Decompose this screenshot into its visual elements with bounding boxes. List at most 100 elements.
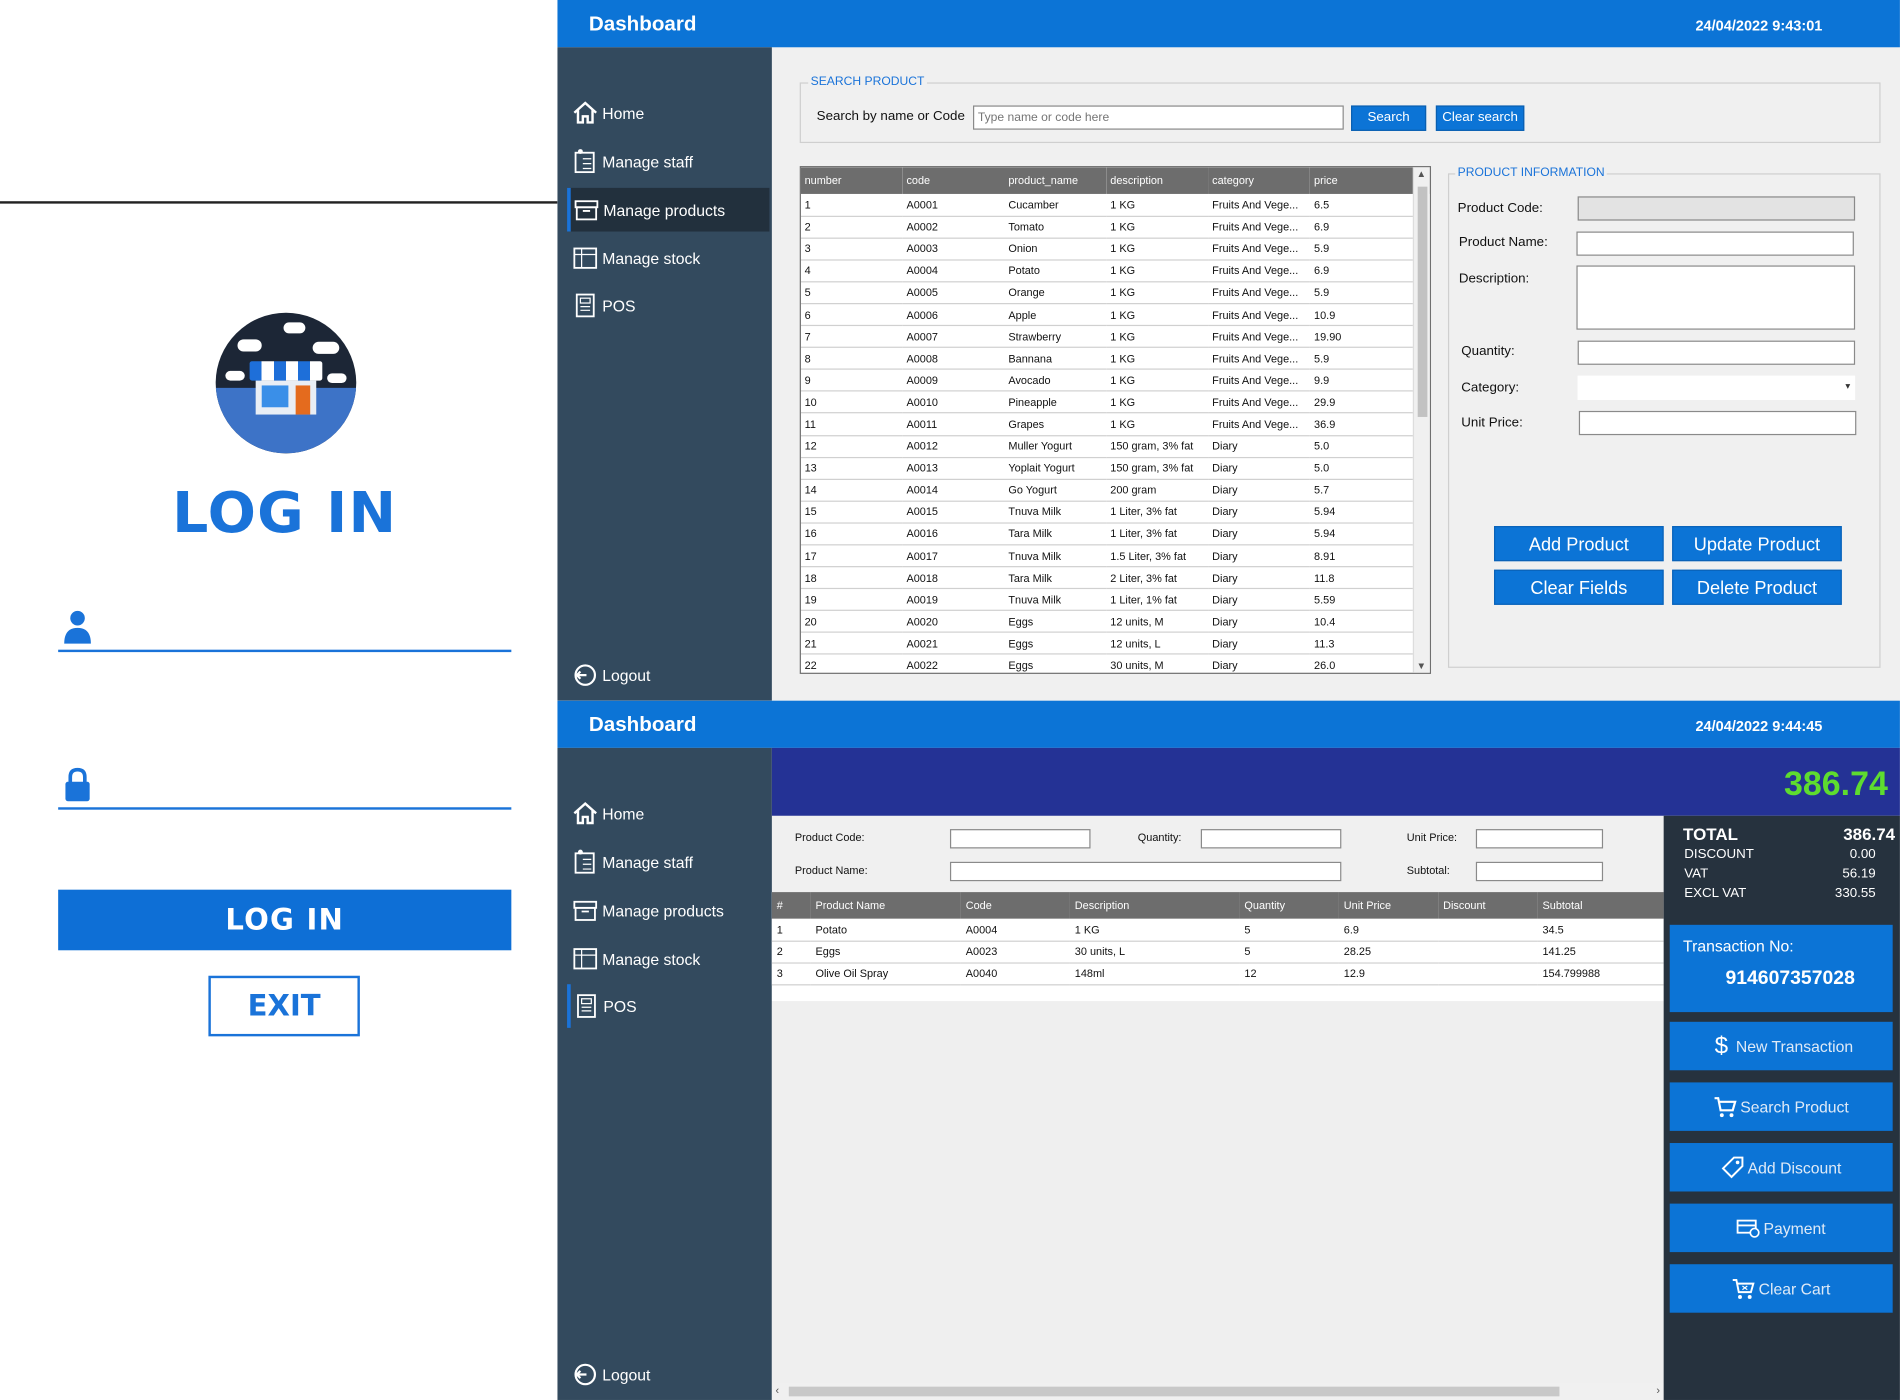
column-header[interactable]: Description: [1069, 892, 1240, 919]
column-header[interactable]: category: [1208, 167, 1311, 194]
table-row[interactable]: 15 A0015 Tnuva Milk 1 Liter, 3% fat Diary 5.9…: [800, 500, 1430, 524]
sidebar-item-staff[interactable]: Manage staff: [569, 139, 771, 183]
sidebar-item-products[interactable]: Manage products: [567, 187, 770, 232]
table-cell: Diary: [1208, 500, 1311, 524]
products-table[interactable]: number code product_name description categor…: [799, 166, 1432, 674]
category-select[interactable]: ▾: [1577, 375, 1856, 400]
pos-qty-field[interactable]: [1200, 829, 1342, 849]
sidebar-item-home[interactable]: Home: [569, 792, 771, 836]
payment-button[interactable]: Payment: [1669, 1203, 1893, 1253]
product-info-title: PRODUCT INFORMATION: [1455, 166, 1608, 180]
exit-button[interactable]: EXIT: [208, 975, 360, 1037]
table-row[interactable]: 5 A0005 Orange 1 KG Fruits And Vege... 5.9: [800, 281, 1430, 305]
table-cell: A0018: [902, 566, 1005, 590]
table-row[interactable]: 9 A0009 Avocado 1 KG Fruits And Vege... 9.9: [800, 369, 1430, 392]
table-row[interactable]: 17 A0017 Tnuva Milk 1.5 Liter, 3% fat Diary 8…: [800, 544, 1430, 568]
table-row[interactable]: 10 A0010 Pineapple 1 KG Fruits And Vege... 29…: [800, 391, 1430, 414]
column-header[interactable]: Unit Price: [1338, 892, 1439, 919]
pos-subtotal-field[interactable]: [1475, 861, 1604, 882]
table-cell: Orange: [1004, 281, 1107, 305]
table-row[interactable]: 3 Olive Oil Spray A0040 148ml 12 12.9 154.7999…: [771, 962, 1664, 985]
sidebar-item-home[interactable]: Home: [569, 91, 771, 135]
button-label: Clear Cart: [1758, 1279, 1831, 1298]
unit-price-field[interactable]: [1578, 410, 1857, 436]
table-cell: Olive Oil Spray: [810, 962, 961, 985]
total-value: 386.74: [1843, 824, 1896, 844]
username-field[interactable]: [58, 604, 512, 653]
sidebar-item-products[interactable]: Manage products: [569, 888, 771, 932]
password-field[interactable]: [58, 761, 512, 810]
clear-cart-button[interactable]: Clear Cart: [1669, 1264, 1893, 1313]
column-header[interactable]: description: [1106, 167, 1209, 194]
table-row[interactable]: 21 A0021 Eggs 12 units, L Diary 11.3: [800, 632, 1430, 656]
table-row[interactable]: 6 A0006 Apple 1 KG Fruits And Vege... 10.9: [800, 303, 1430, 327]
product-name-field[interactable]: [1576, 231, 1854, 256]
new-transaction-button[interactable]: $ New Transaction: [1669, 1021, 1893, 1071]
quantity-field[interactable]: [1577, 340, 1856, 365]
column-header[interactable]: Quantity: [1239, 892, 1339, 919]
total-label: TOTAL: [1683, 824, 1739, 844]
table-row[interactable]: 13 A0013 Yoplait Yogurt 150 gram, 3% fat Dia…: [800, 457, 1430, 480]
login-panel: LOG IN LOG IN EXIT: [0, 0, 558, 1400]
column-header[interactable]: product_name: [1004, 167, 1107, 194]
update-product-button[interactable]: Update Product: [1672, 526, 1842, 562]
search-button[interactable]: Search: [1351, 105, 1427, 131]
sidebar-item-stock[interactable]: Manage stock: [569, 236, 771, 280]
sidebar-item-stock[interactable]: Manage stock: [569, 937, 771, 981]
table-cell: 3: [800, 237, 903, 261]
table-row[interactable]: 4 A0004 Potato 1 KG Fruits And Vege... 6.9: [800, 259, 1430, 283]
search-input[interactable]: [972, 105, 1344, 130]
cart-table[interactable]: # Product Name Code Description Quantity Unit…: [771, 892, 1664, 1002]
product-code-field[interactable]: [1577, 196, 1856, 221]
login-button[interactable]: LOG IN: [58, 889, 512, 951]
search-product-button[interactable]: Search Product: [1669, 1082, 1893, 1131]
table-cell: 22: [800, 654, 903, 673]
table-row[interactable]: 2 A0002 Tomato 1 KG Fruits And Vege... 6.9: [800, 215, 1430, 239]
table-row[interactable]: 2 Eggs A0023 30 units, L 5 28.25 141.25: [771, 940, 1664, 964]
logout-button[interactable]: Logout: [569, 1353, 771, 1397]
pos-code-field[interactable]: [949, 829, 1091, 849]
table-row[interactable]: 16 A0016 Tara Milk 1 Liter, 3% fat Diary 5.94: [800, 522, 1430, 546]
pos-price-field[interactable]: [1475, 829, 1604, 849]
password-input[interactable]: [106, 768, 507, 805]
table-cell: 148ml: [1069, 962, 1240, 985]
table-cell: A0014: [902, 479, 1005, 502]
logout-button[interactable]: Logout: [569, 653, 771, 697]
add-discount-button[interactable]: Add Discount: [1669, 1143, 1893, 1192]
table-cell: 1 KG: [1106, 281, 1209, 305]
table-cell: 12 units, M: [1106, 610, 1209, 634]
column-header[interactable]: Code: [960, 892, 1070, 919]
sidebar-item-label: Home: [602, 103, 645, 122]
table-scrollbar[interactable]: ▲ ▼: [1412, 167, 1430, 673]
add-product-button[interactable]: Add Product: [1494, 526, 1664, 562]
table-row[interactable]: 14 A0014 Go Yogurt 200 gram Diary 5.7: [800, 479, 1430, 502]
table-row[interactable]: 12 A0012 Muller Yogurt 150 gram, 3% fat Diar…: [800, 435, 1430, 458]
column-header[interactable]: Product Name: [810, 892, 961, 919]
sidebar-item-pos[interactable]: POS: [569, 284, 771, 328]
table-row[interactable]: 11 A0011 Grapes 1 KG Fruits And Vege... 36.9: [800, 413, 1430, 436]
table-row[interactable]: 1 A0001 Cucamber 1 KG Fruits And Vege... 6.5: [800, 193, 1430, 217]
table-row[interactable]: 3 A0003 Onion 1 KG Fruits And Vege... 5.9: [800, 237, 1430, 261]
clear-search-button[interactable]: Clear search: [1435, 105, 1525, 131]
sidebar-item-label: POS: [602, 296, 636, 315]
sidebar-item-pos[interactable]: POS: [567, 984, 769, 1028]
column-header[interactable]: #: [771, 892, 811, 919]
sidebar-item-staff[interactable]: Manage staff: [569, 840, 771, 884]
clear-fields-button[interactable]: Clear Fields: [1494, 569, 1664, 605]
column-header[interactable]: Discount: [1438, 892, 1538, 919]
table-row[interactable]: 19 A0019 Tnuva Milk 1 Liter, 1% fat Diary 5.5…: [800, 588, 1430, 612]
column-header[interactable]: code: [902, 167, 1005, 194]
table-row[interactable]: 8 A0008 Bannana 1 KG Fruits And Vege... 5.9: [800, 347, 1430, 370]
table-row[interactable]: 22 A0022 Eggs 30 units, M Diary 26.0: [800, 654, 1430, 673]
pos-name-field[interactable]: [949, 861, 1342, 882]
column-header[interactable]: Subtotal: [1537, 892, 1664, 919]
description-field[interactable]: [1576, 265, 1856, 330]
column-header[interactable]: number: [800, 167, 903, 194]
username-input[interactable]: [106, 610, 507, 648]
table-row[interactable]: 18 A0018 Tara Milk 2 Liter, 3% fat Diary 11.8: [800, 566, 1430, 590]
table-row[interactable]: 20 A0020 Eggs 12 units, M Diary 10.4: [800, 610, 1430, 634]
cart-hscrollbar[interactable]: ‹ ›: [771, 1383, 1664, 1400]
table-row[interactable]: 7 A0007 Strawberry 1 KG Fruits And Vege... 19…: [800, 325, 1430, 349]
delete-product-button[interactable]: Delete Product: [1672, 569, 1842, 605]
table-row[interactable]: 1 Potato A0004 1 KG 5 6.9 34.5: [771, 918, 1664, 942]
